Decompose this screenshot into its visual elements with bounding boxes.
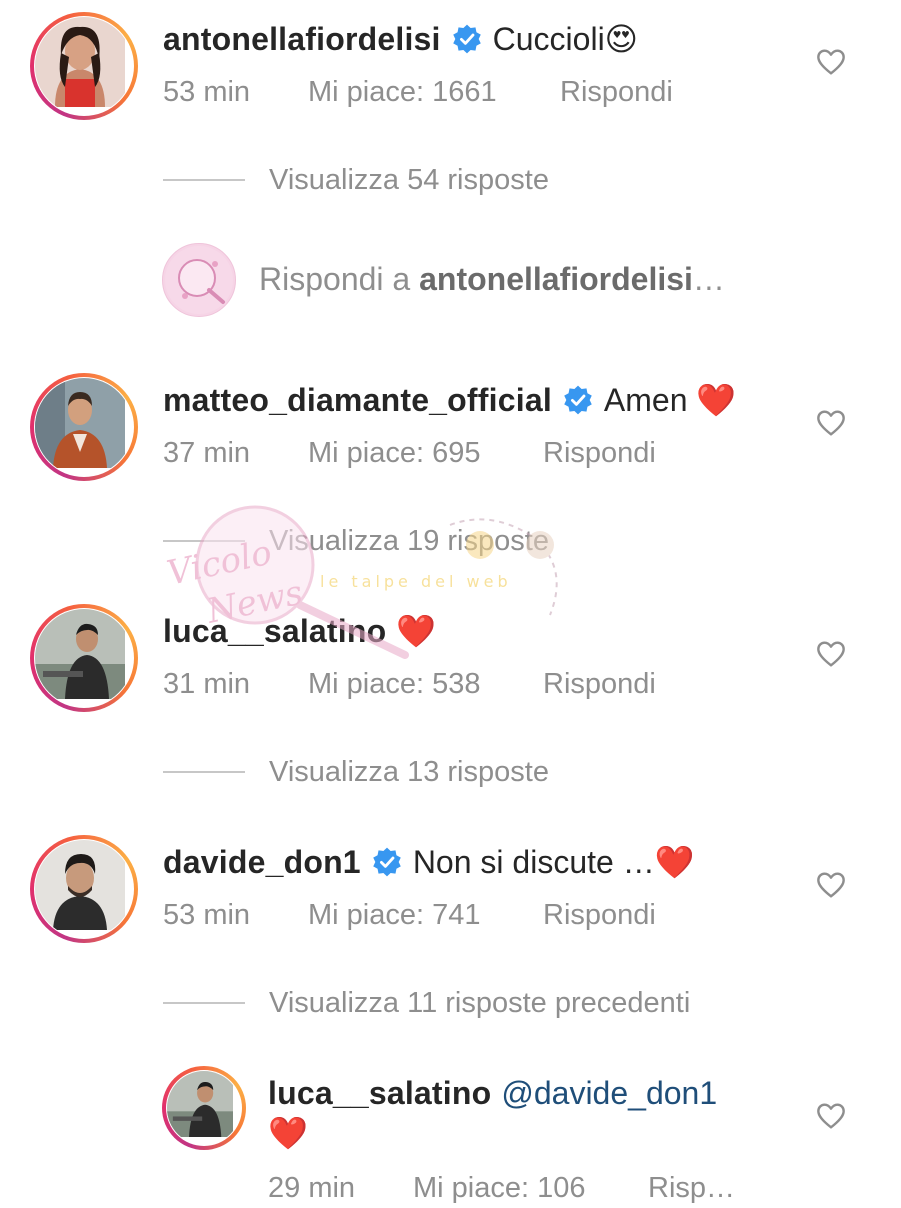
reply-input[interactable]: Rispondi a antonellafiordelisi… xyxy=(162,243,802,317)
view-replies-label: Visualizza 19 risposte xyxy=(269,524,549,557)
avatar[interactable] xyxy=(30,835,138,943)
view-replies-label: Visualizza 54 risposte xyxy=(269,163,549,196)
comment-text: ❤️ xyxy=(268,1115,308,1151)
avatar[interactable] xyxy=(30,604,138,712)
view-replies-button[interactable]: Visualizza 11 risposte precedenti xyxy=(163,985,690,1021)
heart-outline-icon[interactable] xyxy=(815,407,847,439)
divider xyxy=(163,771,245,773)
comment-text: Cuccioli😍 xyxy=(492,21,639,57)
comment-likes[interactable]: Mi piace: 538 xyxy=(308,668,481,701)
reply-button[interactable]: Rispondi xyxy=(543,899,656,932)
comment-likes[interactable]: Mi piace: 1661 xyxy=(308,76,497,109)
avatar[interactable] xyxy=(30,12,138,120)
comment-time: 37 min xyxy=(163,437,251,469)
reply-button[interactable]: Rispondi xyxy=(543,437,656,470)
comment-time: 31 min xyxy=(163,668,251,700)
comment-time: 53 min xyxy=(163,76,251,108)
avatar[interactable] xyxy=(162,1066,246,1150)
view-replies-button[interactable]: Visualizza 13 risposte xyxy=(163,754,549,790)
avatar-photo-icon xyxy=(35,840,125,930)
comment-username[interactable]: luca__salatino xyxy=(268,1074,491,1112)
avatar-photo-icon xyxy=(35,609,125,699)
verified-badge-icon xyxy=(373,847,401,877)
view-replies-button[interactable]: Visualizza 54 risposte xyxy=(163,162,549,198)
comment-likes[interactable]: Mi piace: 741 xyxy=(308,899,481,932)
divider xyxy=(163,179,245,181)
comment-text: Amen ❤️ xyxy=(603,382,737,418)
comment-text: ❤️ xyxy=(396,613,437,649)
reply-placeholder: Rispondi a antonellafiordelisi… xyxy=(259,261,725,297)
comment-time: 29 min xyxy=(268,1172,356,1204)
comment-time: 53 min xyxy=(163,899,251,931)
heart-outline-icon[interactable] xyxy=(815,1100,847,1132)
comment-username[interactable]: luca__salatino xyxy=(163,612,386,650)
comment-username[interactable]: davide_don1 xyxy=(163,843,361,881)
svg-text:le talpe del web: le talpe del web xyxy=(320,572,512,591)
view-replies-label: Visualizza 11 risposte precedenti xyxy=(269,986,691,1019)
avatar-photo-icon xyxy=(167,1071,233,1137)
verified-badge-icon xyxy=(452,24,481,54)
reply-button[interactable]: Rispondi xyxy=(560,76,673,109)
comment-likes[interactable]: Mi piace: 695 xyxy=(308,437,481,470)
reply-button[interactable]: Rispondi xyxy=(543,668,656,701)
divider xyxy=(163,1002,245,1004)
avatar-photo-icon xyxy=(35,17,125,107)
comment-username[interactable]: matteo_diamante_official xyxy=(163,381,552,419)
view-replies-button[interactable]: Visualizza 19 risposte xyxy=(163,523,549,559)
comment-likes[interactable]: Mi piace: 106 xyxy=(413,1172,586,1205)
heart-outline-icon[interactable] xyxy=(815,46,847,78)
view-replies-label: Visualizza 13 risposte xyxy=(269,755,549,788)
reply-button[interactable]: Risp… xyxy=(648,1172,735,1205)
verified-badge-icon xyxy=(564,385,592,415)
comment-username[interactable]: antonellafiordelisi xyxy=(163,20,441,58)
heart-outline-icon[interactable] xyxy=(815,638,847,670)
avatar-photo-icon xyxy=(35,378,125,468)
divider xyxy=(163,540,245,542)
heart-outline-icon[interactable] xyxy=(815,869,847,901)
avatar xyxy=(162,243,236,317)
mention-link[interactable]: @davide_don1 xyxy=(501,1074,717,1112)
comment-text: Non si discute …❤️ xyxy=(412,844,695,880)
avatar[interactable] xyxy=(30,373,138,481)
vicolo-logo-icon xyxy=(165,246,233,314)
